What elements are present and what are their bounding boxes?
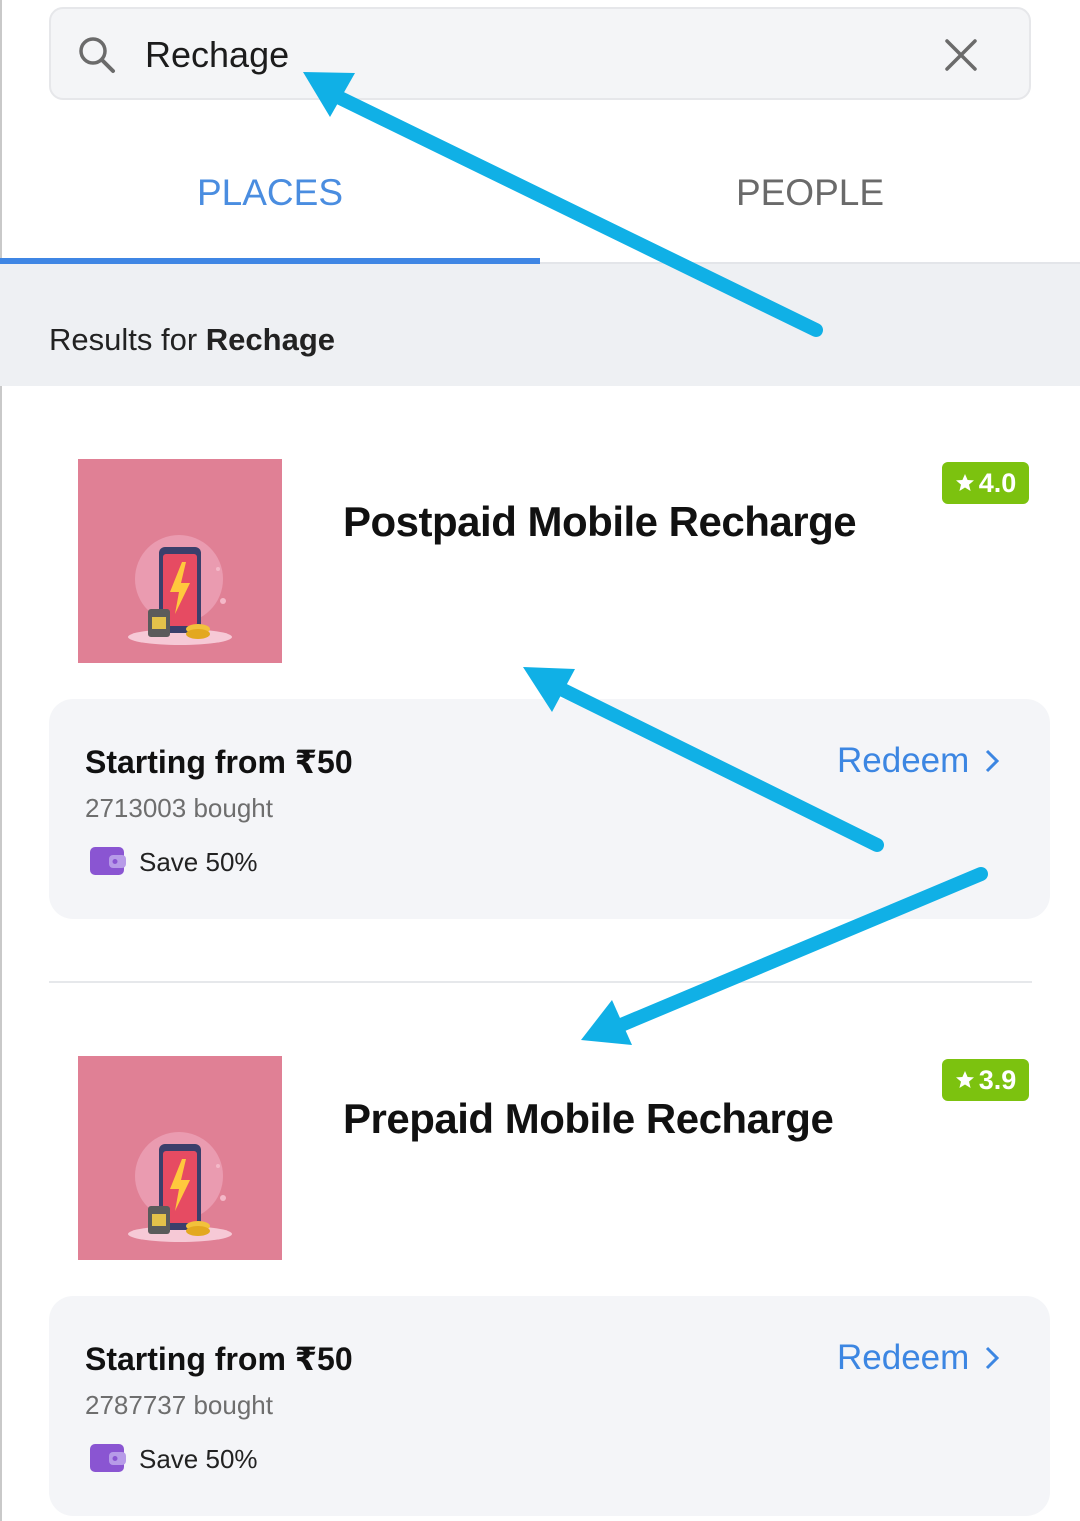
result-title[interactable]: Prepaid Mobile Recharge [343, 1095, 834, 1143]
result-divider [49, 981, 1032, 983]
save-label: Save 50% [139, 847, 258, 877]
search-bar[interactable] [49, 7, 1031, 100]
result-thumbnail[interactable] [78, 459, 282, 663]
rating-value: 3.9 [978, 1064, 1017, 1095]
wallet-icon [90, 1444, 126, 1472]
wallet-icon [90, 847, 126, 875]
result-title[interactable]: Postpaid Mobile Recharge [343, 498, 857, 546]
bought-count: 2713003 bought [85, 793, 273, 823]
chevron-right-icon [986, 749, 1000, 773]
rating-badge: 3.9 [942, 1059, 1029, 1101]
mobile-recharge-icon [128, 1132, 232, 1242]
redeem-button[interactable]: Redeem [837, 741, 1001, 781]
redeem-button[interactable]: Redeem [837, 1338, 1001, 1378]
results-header: Results for Rechage [0, 264, 1080, 386]
tab-places[interactable]: PLACES [0, 150, 540, 260]
save-label: Save 50% [139, 1444, 258, 1474]
results-prefix: Results for [49, 322, 198, 357]
redeem-label: Redeem [837, 741, 970, 780]
star-icon [955, 474, 974, 491]
price-label: Starting from ₹50 [85, 1341, 353, 1377]
offer-box[interactable]: Starting from ₹50 2787737 bought Save 50… [49, 1296, 1050, 1516]
tab-people[interactable]: PEOPLE [540, 150, 1080, 260]
rating-badge: 4.0 [942, 462, 1029, 504]
offer-box[interactable]: Starting from ₹50 2713003 bought Save 50… [49, 699, 1050, 919]
rating-value: 4.0 [978, 467, 1017, 498]
star-icon [955, 1071, 974, 1088]
mobile-recharge-icon [128, 535, 232, 645]
search-input[interactable] [145, 29, 905, 81]
chevron-right-icon [986, 1346, 1000, 1370]
results-query: Rechage [205, 322, 336, 357]
price-label: Starting from ₹50 [85, 744, 353, 780]
close-icon[interactable] [941, 35, 981, 75]
search-icon [79, 37, 115, 73]
bought-count: 2787737 bought [85, 1390, 273, 1420]
result-thumbnail[interactable] [78, 1056, 282, 1260]
redeem-label: Redeem [837, 1338, 970, 1377]
results-label: Results for Rechage [49, 322, 335, 358]
